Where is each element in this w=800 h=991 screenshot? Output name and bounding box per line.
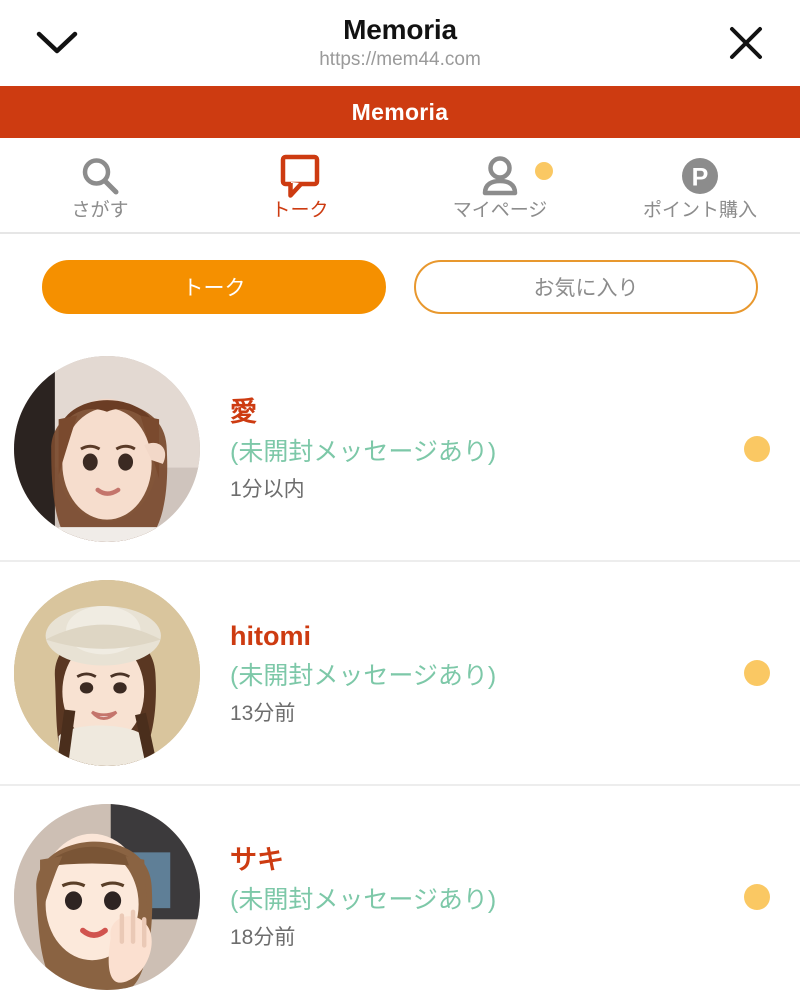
chat-item-details: 愛 (未開封メッセージあり) 1分以内: [200, 396, 744, 501]
unread-indicator-dot: [744, 884, 770, 910]
nav-tab-mypage-label: マイページ: [452, 199, 548, 221]
chat-unread-status: (未開封メッセージあり): [230, 885, 497, 914]
chat-item-details: hitomi (未開封メッセージあり) 13分前: [200, 620, 744, 725]
chat-partner-name: 愛: [230, 396, 257, 427]
filter-favorites-button[interactable]: お気に入り: [414, 260, 758, 314]
nav-tab-talk[interactable]: トーク: [200, 138, 400, 232]
page-title: Memoria: [343, 14, 457, 46]
point-p-icon: P: [679, 155, 721, 197]
chat-list: 愛 (未開封メッセージあり) 1分以内 hitomi (未開封メッセージあり) …: [0, 338, 800, 991]
chat-list-item[interactable]: サキ (未開封メッセージあり) 18分前: [0, 784, 800, 991]
avatar-image: [14, 356, 200, 542]
chat-partner-name: サキ: [230, 844, 284, 875]
unread-indicator-dot: [744, 660, 770, 686]
filter-talk-label: トーク: [182, 277, 246, 300]
speech-bubble-icon: [279, 154, 321, 198]
chat-item-details: サキ (未開封メッセージあり) 18分前: [200, 844, 744, 949]
nav-tab-search[interactable]: さがす: [0, 138, 200, 232]
minimize-button[interactable]: [30, 21, 84, 65]
browser-header: Memoria https://mem44.com: [0, 0, 800, 86]
chat-unread-status: (未開封メッセージあり): [230, 437, 497, 466]
avatar[interactable]: [14, 580, 200, 766]
avatar-image: [14, 804, 200, 990]
mypage-notification-badge: [535, 162, 553, 180]
chat-timestamp: 13分前: [230, 701, 296, 725]
nav-tab-talk-label: トーク: [271, 199, 329, 221]
search-icon: [79, 155, 121, 197]
svg-text:P: P: [692, 163, 709, 191]
nav-tab-search-label: さがす: [71, 199, 129, 221]
chat-list-item[interactable]: hitomi (未開封メッセージあり) 13分前: [0, 560, 800, 784]
chat-partner-name: hitomi: [230, 620, 311, 651]
avatar-image: [14, 580, 200, 766]
filter-talk-button[interactable]: トーク: [42, 260, 386, 314]
avatar[interactable]: [14, 356, 200, 542]
nav-tab-points[interactable]: P ポイント購入: [600, 138, 800, 232]
chevron-down-icon: [36, 31, 78, 54]
brand-bar: Memoria: [0, 86, 800, 138]
main-navigation: さがす トーク マイページ P ポイント購入: [0, 138, 800, 234]
chat-unread-status: (未開封メッセージあり): [230, 661, 497, 690]
chat-list-item[interactable]: 愛 (未開封メッセージあり) 1分以内: [0, 338, 800, 560]
brand-name: Memoria: [351, 98, 449, 125]
chat-timestamp: 1分以内: [230, 477, 305, 501]
filter-toggle-group: トーク お気に入り: [0, 234, 800, 338]
chat-timestamp: 18分前: [230, 925, 296, 949]
page-url: https://mem44.com: [319, 48, 481, 70]
nav-tab-points-label: ポイント購入: [642, 199, 757, 221]
person-icon: [479, 155, 521, 197]
nav-tab-mypage[interactable]: マイページ: [400, 138, 600, 232]
unread-indicator-dot: [744, 436, 770, 462]
close-icon: [730, 27, 762, 59]
filter-favorites-label: お気に入り: [533, 277, 639, 300]
close-button[interactable]: [722, 19, 770, 67]
avatar[interactable]: [14, 804, 200, 990]
